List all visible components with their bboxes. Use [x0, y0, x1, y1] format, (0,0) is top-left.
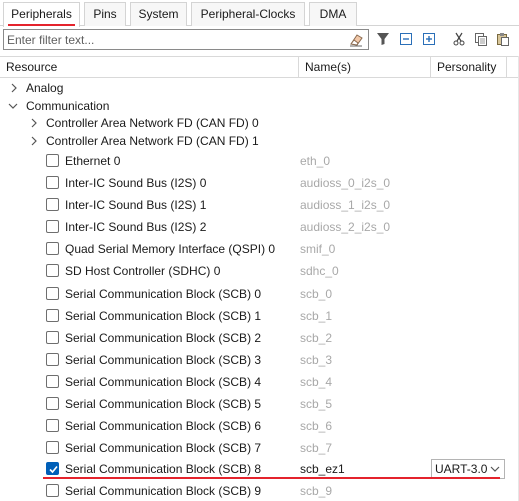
eraser-icon[interactable]: [348, 32, 364, 47]
tree-row-scb-1[interactable]: Serial Communication Block (SCB) 1 scb_1: [0, 305, 519, 327]
column-header-names[interactable]: Name(s): [298, 57, 430, 78]
tree-row-label: Inter-IC Sound Bus (I2S) 0: [65, 176, 207, 190]
resource-alias: scb_4: [300, 375, 333, 389]
resource-alias: smif_0: [300, 242, 336, 256]
tree-row-label: Serial Communication Block (SCB) 9: [65, 484, 262, 498]
chevron-right-icon[interactable]: [9, 83, 19, 93]
enable-checkbox[interactable]: [46, 154, 59, 167]
tab-pins[interactable]: Pins: [84, 2, 126, 26]
tree-row-label: Serial Communication Block (SCB) 4: [65, 375, 262, 389]
column-header-personality[interactable]: Personality: [430, 57, 506, 78]
chevron-right-icon[interactable]: [29, 118, 39, 128]
tree-row-label: Serial Communication Block (SCB) 6: [65, 419, 262, 433]
tree-row-i2s-0[interactable]: Inter-IC Sound Bus (I2S) 0 audioss_0_i2s…: [0, 172, 519, 194]
column-header-resource[interactable]: Resource: [0, 57, 298, 78]
tree-row-scb-5[interactable]: Serial Communication Block (SCB) 5 scb_5: [0, 393, 519, 415]
collapse-all-icon[interactable]: [397, 30, 415, 48]
tree-row-scb-4[interactable]: Serial Communication Block (SCB) 4 scb_4: [0, 371, 519, 393]
enable-checkbox[interactable]: [46, 264, 59, 277]
resource-alias: audioss_1_i2s_0: [300, 198, 391, 212]
highlight-underline: [43, 477, 500, 479]
enable-checkbox[interactable]: [46, 353, 59, 366]
tree-row-ethernet-0[interactable]: Ethernet 0 eth_0: [0, 150, 519, 172]
resource-alias: scb_1: [300, 309, 333, 323]
chevron-down-icon: [490, 466, 500, 472]
tree-row-can-fd-1[interactable]: Controller Area Network FD (CAN FD) 1: [0, 130, 519, 152]
tree-row-label: Serial Communication Block (SCB) 0: [65, 287, 262, 301]
tree-row-label: Serial Communication Block (SCB) 1: [65, 309, 262, 323]
personality-value: UART-3.0: [435, 462, 488, 476]
tree-row-qspi-0[interactable]: Quad Serial Memory Interface (QSPI) 0 sm…: [0, 238, 519, 260]
enable-checkbox[interactable]: [46, 242, 59, 255]
resource-alias: scb_3: [300, 353, 333, 367]
resource-alias: audioss_0_i2s_0: [300, 176, 391, 190]
enable-checkbox[interactable]: [46, 331, 59, 344]
tree-row-label: Ethernet 0: [65, 154, 121, 168]
copy-icon[interactable]: [472, 30, 490, 48]
tree-row-label: Inter-IC Sound Bus (I2S) 1: [65, 198, 207, 212]
enable-checkbox[interactable]: [46, 419, 59, 432]
enable-checkbox[interactable]: [46, 397, 59, 410]
tab-label: Peripheral-Clocks: [200, 7, 296, 21]
tab-dma[interactable]: DMA: [309, 2, 357, 26]
tree-row-label: SD Host Controller (SDHC) 0: [65, 264, 221, 278]
tab-label: DMA: [319, 7, 347, 21]
enable-checkbox[interactable]: [46, 309, 59, 322]
tree-row-label: Serial Communication Block (SCB) 3: [65, 353, 262, 367]
tree-row-scb-2[interactable]: Serial Communication Block (SCB) 2 scb_2: [0, 327, 519, 349]
tab-label: Peripherals: [11, 7, 72, 21]
tree-row-label: Serial Communication Block (SCB) 5: [65, 397, 262, 411]
resource-alias: eth_0: [300, 154, 331, 168]
tree-row-label: Serial Communication Block (SCB) 2: [65, 331, 262, 345]
tree-row-label: Quad Serial Memory Interface (QSPI) 0: [65, 242, 276, 256]
tab-peripheral-clocks[interactable]: Peripheral-Clocks: [191, 2, 305, 26]
resource-alias: audioss_2_i2s_0: [300, 220, 391, 234]
filter-icon[interactable]: [374, 30, 392, 48]
resource-alias: scb_0: [300, 287, 333, 301]
enable-checkbox[interactable]: [46, 220, 59, 233]
resource-alias: scb_7: [300, 441, 333, 455]
enable-checkbox[interactable]: [46, 441, 59, 454]
tree-row-label: Controller Area Network FD (CAN FD) 1: [46, 134, 259, 148]
active-tab-underline: [8, 24, 75, 26]
chevron-right-icon[interactable]: [29, 136, 39, 146]
enable-checkbox[interactable]: [46, 375, 59, 388]
resource-alias: scb_2: [300, 331, 333, 345]
tree-row-i2s-2[interactable]: Inter-IC Sound Bus (I2S) 2 audioss_2_i2s…: [0, 216, 519, 238]
tree-row-label: Serial Communication Block (SCB) 7: [65, 441, 262, 455]
resource-alias: scb_9: [300, 484, 333, 498]
enable-checkbox[interactable]: [46, 176, 59, 189]
enable-checkbox[interactable]: [46, 287, 59, 300]
enable-checkbox[interactable]: [46, 198, 59, 211]
tree-row-scb-0[interactable]: Serial Communication Block (SCB) 0 scb_0: [0, 283, 519, 305]
tab-peripherals[interactable]: Peripherals: [3, 2, 80, 27]
resource-alias: scb_5: [300, 397, 333, 411]
resource-alias: sdhc_0: [300, 264, 339, 278]
tree-row-scb-9[interactable]: Serial Communication Block (SCB) 9 scb_9: [0, 480, 519, 501]
tree-row-scb-6[interactable]: Serial Communication Block (SCB) 6 scb_6: [0, 415, 519, 437]
cut-icon[interactable]: [450, 30, 468, 48]
tab-label: System: [138, 7, 179, 21]
tree-row-scb-7[interactable]: Serial Communication Block (SCB) 7 scb_7: [0, 437, 519, 459]
chevron-down-icon[interactable]: [8, 101, 18, 111]
enable-checkbox[interactable]: [46, 484, 59, 497]
tree-row-label: Inter-IC Sound Bus (I2S) 2: [65, 220, 207, 234]
filter-box: [3, 29, 369, 50]
tree-row-scb-3[interactable]: Serial Communication Block (SCB) 3 scb_3: [0, 349, 519, 371]
personality-select[interactable]: UART-3.0: [431, 459, 505, 479]
tab-system[interactable]: System: [130, 2, 187, 26]
tab-bar: Peripherals Pins System Peripheral-Clock…: [0, 0, 519, 27]
enable-checkbox-checked[interactable]: [46, 462, 59, 475]
tree-row-sdhc-0[interactable]: SD Host Controller (SDHC) 0 sdhc_0: [0, 260, 519, 282]
tab-label: Pins: [93, 7, 117, 21]
checkmark-icon: [49, 465, 58, 474]
expand-all-icon[interactable]: [420, 30, 438, 48]
resource-alias: scb_6: [300, 419, 333, 433]
table-header: Resource Name(s) Personality: [0, 56, 519, 78]
paste-icon[interactable]: [494, 30, 512, 48]
tree-row-i2s-1[interactable]: Inter-IC Sound Bus (I2S) 1 audioss_1_i2s…: [0, 194, 519, 216]
filter-input[interactable]: [7, 31, 341, 48]
